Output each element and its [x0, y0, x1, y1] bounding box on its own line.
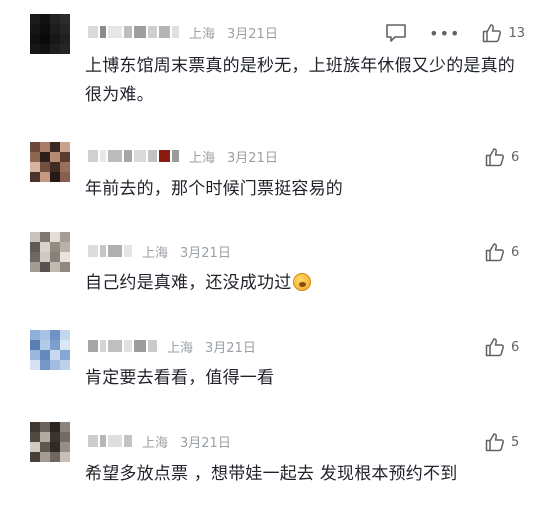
more-icon[interactable]: ••• [429, 24, 460, 43]
comment-text: 年前去的，那个时候门票挺容易的 [85, 179, 343, 199]
location-text: 上海 [167, 340, 194, 356]
avatar[interactable] [30, 232, 70, 272]
like-count: 6 [511, 339, 520, 355]
location-text: 上海 [142, 435, 169, 451]
username-blurred[interactable] [88, 244, 132, 258]
comment-list: 上海 3月21日 ••• 13 上博东馆周末票真的是秒无，上班族年休假又少的是真… [0, 0, 549, 511]
username-blurred[interactable] [88, 339, 157, 353]
like-count: 6 [511, 149, 520, 165]
like-icon[interactable] [485, 242, 505, 262]
like-count: 6 [511, 244, 520, 260]
avatar[interactable] [30, 330, 70, 370]
location-text: 上海 [189, 150, 216, 166]
date-text: 3月21日 [205, 340, 256, 356]
location-text: 上海 [189, 26, 216, 42]
emoji-icon [293, 273, 312, 291]
username-blurred[interactable] [88, 25, 179, 39]
comment-text: 肯定要去看看，值得一看 [85, 368, 275, 388]
date-text: 3月21日 [180, 435, 231, 451]
like-icon[interactable] [482, 23, 502, 43]
comment-text: 上博东馆周末票真的是秒无，上班族年休假又少的是真的很为难。 [85, 56, 515, 105]
like-count: 13 [508, 25, 525, 41]
username-blurred[interactable] [88, 434, 132, 448]
avatar[interactable] [30, 14, 70, 54]
location-text: 上海 [142, 245, 169, 261]
avatar[interactable] [30, 142, 70, 182]
username-blurred[interactable] [88, 149, 179, 163]
date-text: 3月21日 [227, 26, 278, 42]
like-icon[interactable] [485, 337, 505, 357]
comment-text-content: 自己约是真难，还没成功过 [85, 273, 292, 293]
like-count: 5 [511, 434, 520, 450]
date-text: 3月21日 [227, 150, 278, 166]
comment-text: 自己约是真难，还没成功过 [85, 269, 525, 298]
like-icon[interactable] [485, 432, 505, 452]
avatar[interactable] [30, 422, 70, 462]
comment-text: 希望多放点票 ，想带娃一起去 发现根本预约不到 [85, 464, 458, 484]
like-icon[interactable] [485, 147, 505, 167]
reply-icon[interactable] [385, 23, 407, 43]
date-text: 3月21日 [180, 245, 231, 261]
